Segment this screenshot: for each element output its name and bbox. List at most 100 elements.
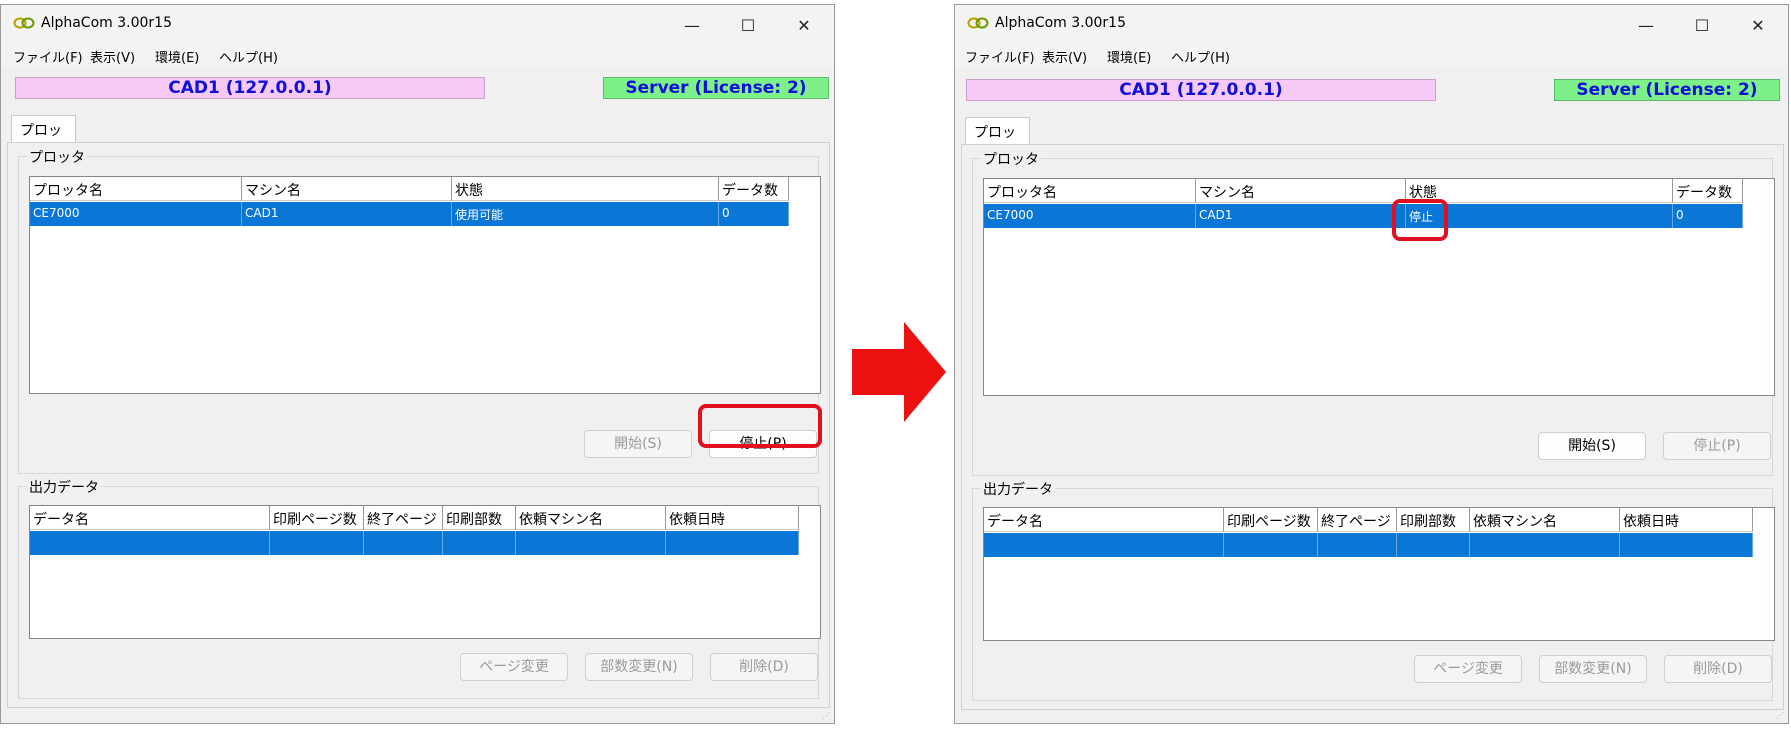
output-cell bbox=[1397, 533, 1470, 557]
output-list-header: データ名 印刷ページ数 終了ページ 印刷部数 依頼マシン名 依頼日時 bbox=[984, 508, 1753, 532]
machine-banner: CAD1 (127.0.0.1) bbox=[966, 79, 1436, 101]
resize-grip-icon[interactable]: ⋰ bbox=[1776, 711, 1786, 721]
column-request-datetime[interactable]: 依頼日時 bbox=[1620, 508, 1753, 532]
menu-environment[interactable]: 環境(E) bbox=[1107, 47, 1151, 66]
output-cell bbox=[984, 533, 1224, 557]
column-machine-name[interactable]: マシン名 bbox=[1196, 179, 1406, 203]
column-machine-name[interactable]: マシン名 bbox=[242, 177, 452, 201]
column-print-pages[interactable]: 印刷ページ数 bbox=[270, 506, 364, 530]
column-end-page[interactable]: 終了ページ bbox=[364, 506, 443, 530]
cell-machine-name: CAD1 bbox=[242, 202, 452, 226]
output-row-selected[interactable] bbox=[984, 533, 1753, 557]
cell-status: 使用可能 bbox=[452, 202, 719, 226]
window-title: AlphaCom 3.00r15 bbox=[41, 15, 172, 31]
tab-panel: プロッタ プロッタ名 マシン名 状態 データ数 CE7000 CAD1 停止 0… bbox=[961, 144, 1784, 710]
plotter-row-selected[interactable]: CE7000 CAD1 使用可能 0 bbox=[30, 202, 789, 226]
output-data-group: 出力データ データ名 印刷ページ数 終了ページ 印刷部数 依頼マシン名 依頼日時 bbox=[972, 479, 1775, 701]
app-window-before: AlphaCom 3.00r15 — ☐ ✕ ファイル(F) 表示(V) 環境(… bbox=[0, 4, 835, 724]
tab-plotter[interactable]: プロッタ bbox=[965, 117, 1030, 161]
output-cell bbox=[666, 531, 799, 555]
cell-data-count: 0 bbox=[719, 202, 789, 226]
page-change-button[interactable]: ページ変更 bbox=[1414, 655, 1522, 683]
plotter-list[interactable]: プロッタ名 マシン名 状態 データ数 CE7000 CAD1 使用可能 0 bbox=[29, 176, 821, 394]
right-arrow-icon bbox=[852, 322, 946, 422]
close-button[interactable]: ✕ bbox=[1730, 9, 1786, 41]
output-data-group-title: 出力データ bbox=[981, 479, 1055, 499]
column-plotter-name[interactable]: プロッタ名 bbox=[984, 179, 1196, 203]
output-list-header: データ名 印刷ページ数 終了ページ 印刷部数 依頼マシン名 依頼日時 bbox=[30, 506, 799, 530]
start-button[interactable]: 開始(S) bbox=[1538, 432, 1646, 460]
column-print-copies[interactable]: 印刷部数 bbox=[443, 506, 516, 530]
column-data-count[interactable]: データ数 bbox=[1673, 179, 1743, 203]
plotter-list[interactable]: プロッタ名 マシン名 状態 データ数 CE7000 CAD1 停止 0 bbox=[983, 178, 1775, 396]
minimize-button[interactable]: — bbox=[1618, 9, 1674, 41]
plotter-list-header: プロッタ名 マシン名 状態 データ数 bbox=[984, 179, 1743, 203]
tab-plotter[interactable]: プロッタ bbox=[11, 115, 76, 159]
stop-button[interactable]: 停止(P) bbox=[1663, 432, 1771, 460]
menu-file[interactable]: ファイル(F) bbox=[13, 47, 83, 66]
column-requesting-machine[interactable]: 依頼マシン名 bbox=[516, 506, 666, 530]
output-row-selected[interactable] bbox=[30, 531, 799, 555]
server-banner: Server (License: 2) bbox=[603, 77, 829, 99]
title-bar[interactable]: AlphaCom 3.00r15 — ☐ ✕ bbox=[1, 5, 834, 43]
output-data-list[interactable]: データ名 印刷ページ数 終了ページ 印刷部数 依頼マシン名 依頼日時 bbox=[29, 505, 821, 639]
plotter-group: プロッタ プロッタ名 マシン名 状態 データ数 CE7000 CAD1 停止 0… bbox=[972, 149, 1775, 476]
output-data-group-title: 出力データ bbox=[27, 477, 101, 497]
plotter-row-selected[interactable]: CE7000 CAD1 停止 0 bbox=[984, 204, 1743, 228]
output-data-list[interactable]: データ名 印刷ページ数 終了ページ 印刷部数 依頼マシン名 依頼日時 bbox=[983, 507, 1775, 641]
delete-button[interactable]: 削除(D) bbox=[1664, 655, 1772, 683]
copies-change-button[interactable]: 部数変更(N) bbox=[585, 653, 693, 681]
column-data-name[interactable]: データ名 bbox=[984, 508, 1224, 532]
column-print-copies[interactable]: 印刷部数 bbox=[1397, 508, 1470, 532]
output-cell bbox=[364, 531, 443, 555]
cell-machine-name: CAD1 bbox=[1196, 204, 1406, 228]
delete-button[interactable]: 削除(D) bbox=[710, 653, 818, 681]
column-status[interactable]: 状態 bbox=[452, 177, 719, 201]
column-data-name[interactable]: データ名 bbox=[30, 506, 270, 530]
column-requesting-machine[interactable]: 依頼マシン名 bbox=[1470, 508, 1620, 532]
copies-change-button[interactable]: 部数変更(N) bbox=[1539, 655, 1647, 683]
menu-view[interactable]: 表示(V) bbox=[90, 47, 135, 66]
output-cell bbox=[1318, 533, 1397, 557]
output-cell bbox=[1224, 533, 1318, 557]
page-change-button[interactable]: ページ変更 bbox=[460, 653, 568, 681]
column-print-pages[interactable]: 印刷ページ数 bbox=[1224, 508, 1318, 532]
window-title: AlphaCom 3.00r15 bbox=[995, 15, 1126, 31]
column-end-page[interactable]: 終了ページ bbox=[1318, 508, 1397, 532]
column-request-datetime[interactable]: 依頼日時 bbox=[666, 506, 799, 530]
minimize-button[interactable]: — bbox=[664, 9, 720, 41]
server-banner: Server (License: 2) bbox=[1554, 79, 1780, 101]
resize-grip-icon[interactable]: ⋰ bbox=[822, 711, 832, 721]
machine-banner: CAD1 (127.0.0.1) bbox=[15, 77, 485, 99]
maximize-button[interactable]: ☐ bbox=[720, 9, 776, 41]
output-cell bbox=[1470, 533, 1620, 557]
plotter-group-title: プロッタ bbox=[27, 147, 87, 167]
menu-help[interactable]: ヘルプ(H) bbox=[219, 47, 278, 66]
column-data-count[interactable]: データ数 bbox=[719, 177, 789, 201]
column-plotter-name[interactable]: プロッタ名 bbox=[30, 177, 242, 201]
close-icon: ✕ bbox=[797, 15, 811, 35]
menu-environment[interactable]: 環境(E) bbox=[155, 47, 199, 66]
start-button[interactable]: 開始(S) bbox=[584, 430, 692, 458]
output-cell bbox=[270, 531, 364, 555]
output-cell bbox=[516, 531, 666, 555]
app-window-after: AlphaCom 3.00r15 — ☐ ✕ ファイル(F) 表示(V) 環境(… bbox=[954, 4, 1789, 724]
close-button[interactable]: ✕ bbox=[776, 9, 832, 41]
highlight-stop-button bbox=[698, 404, 822, 448]
title-bar[interactable]: AlphaCom 3.00r15 — ☐ ✕ bbox=[955, 5, 1788, 43]
cell-plotter-name: CE7000 bbox=[984, 204, 1196, 228]
output-data-group: 出力データ データ名 印刷ページ数 終了ページ 印刷部数 依頼マシン名 依頼日時 bbox=[18, 477, 821, 699]
maximize-button[interactable]: ☐ bbox=[1674, 9, 1730, 41]
menu-help[interactable]: ヘルプ(H) bbox=[1171, 47, 1230, 66]
menu-file[interactable]: ファイル(F) bbox=[965, 47, 1035, 66]
menu-view[interactable]: 表示(V) bbox=[1042, 47, 1087, 66]
output-cell bbox=[443, 531, 516, 555]
cell-data-count: 0 bbox=[1673, 204, 1743, 228]
minimize-icon: — bbox=[684, 15, 700, 35]
minimize-icon: — bbox=[1638, 15, 1654, 35]
maximize-icon: ☐ bbox=[740, 15, 756, 35]
highlight-status-cell bbox=[1392, 199, 1448, 241]
alphacom-logo-icon bbox=[13, 17, 35, 29]
close-icon: ✕ bbox=[1751, 15, 1765, 35]
column-status[interactable]: 状態 bbox=[1406, 179, 1673, 203]
